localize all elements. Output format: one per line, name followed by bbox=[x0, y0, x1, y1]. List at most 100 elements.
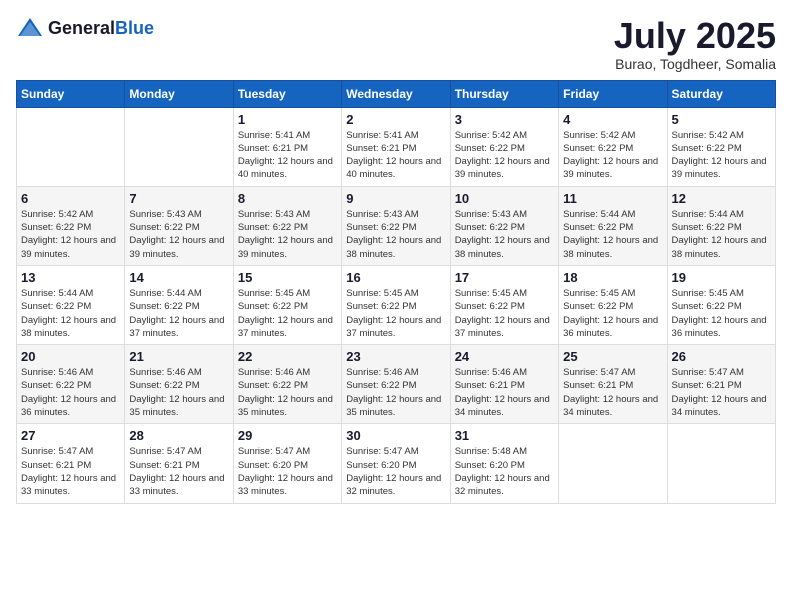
day-info: Sunrise: 5:43 AMSunset: 6:22 PMDaylight:… bbox=[129, 208, 228, 261]
day-info: Sunrise: 5:45 AMSunset: 6:22 PMDaylight:… bbox=[563, 287, 662, 340]
day-info: Sunrise: 5:48 AMSunset: 6:20 PMDaylight:… bbox=[455, 445, 554, 498]
day-number: 13 bbox=[21, 270, 120, 285]
day-number: 6 bbox=[21, 191, 120, 206]
weekday-header-sunday: Sunday bbox=[17, 80, 125, 107]
calendar-cell: 15 Sunrise: 5:45 AMSunset: 6:22 PMDayligh… bbox=[233, 265, 341, 344]
day-info: Sunrise: 5:41 AMSunset: 6:21 PMDaylight:… bbox=[238, 129, 337, 182]
calendar-week-2: 6 Sunrise: 5:42 AMSunset: 6:22 PMDaylight… bbox=[17, 186, 776, 265]
calendar-cell: 1 Sunrise: 5:41 AMSunset: 6:21 PMDaylight… bbox=[233, 107, 341, 186]
day-number: 25 bbox=[563, 349, 662, 364]
day-number: 12 bbox=[672, 191, 771, 206]
day-info: Sunrise: 5:42 AMSunset: 6:22 PMDaylight:… bbox=[563, 129, 662, 182]
day-number: 5 bbox=[672, 112, 771, 127]
day-number: 8 bbox=[238, 191, 337, 206]
day-number: 20 bbox=[21, 349, 120, 364]
calendar-cell: 13Sunrise: 5:44 AMSunset: 6:22 PMDayligh… bbox=[17, 265, 125, 344]
logo-blue: Blue bbox=[115, 18, 154, 38]
day-info: Sunrise: 5:46 AMSunset: 6:22 PMDaylight:… bbox=[129, 366, 228, 419]
day-number: 4 bbox=[563, 112, 662, 127]
calendar-cell: 16 Sunrise: 5:45 AMSunset: 6:22 PMDayligh… bbox=[342, 265, 450, 344]
day-number: 31 bbox=[455, 428, 554, 443]
calendar-body: 1 Sunrise: 5:41 AMSunset: 6:21 PMDaylight… bbox=[17, 107, 776, 503]
day-info: Sunrise: 5:45 AMSunset: 6:22 PMDaylight:… bbox=[238, 287, 337, 340]
weekday-header-row: SundayMondayTuesdayWednesdayThursdayFrid… bbox=[17, 80, 776, 107]
logo: GeneralBlue bbox=[16, 16, 154, 40]
logo-icon bbox=[16, 16, 44, 40]
month-title: July 2025 bbox=[614, 16, 776, 56]
calendar-cell bbox=[559, 424, 667, 503]
day-info: Sunrise: 5:46 AMSunset: 6:22 PMDaylight:… bbox=[238, 366, 337, 419]
weekday-header-friday: Friday bbox=[559, 80, 667, 107]
day-number: 26 bbox=[672, 349, 771, 364]
day-info: Sunrise: 5:41 AMSunset: 6:21 PMDaylight:… bbox=[346, 129, 445, 182]
calendar-cell: 6 Sunrise: 5:42 AMSunset: 6:22 PMDaylight… bbox=[17, 186, 125, 265]
day-number: 28 bbox=[129, 428, 228, 443]
day-number: 16 bbox=[346, 270, 445, 285]
day-number: 1 bbox=[238, 112, 337, 127]
calendar-cell: 3Sunrise: 5:42 AMSunset: 6:22 PMDaylight… bbox=[450, 107, 558, 186]
day-info: Sunrise: 5:44 AMSunset: 6:22 PMDaylight:… bbox=[563, 208, 662, 261]
calendar-cell: 20 Sunrise: 5:46 AMSunset: 6:22 PMDayligh… bbox=[17, 345, 125, 424]
calendar-cell bbox=[17, 107, 125, 186]
day-info: Sunrise: 5:45 AMSunset: 6:22 PMDaylight:… bbox=[346, 287, 445, 340]
day-number: 2 bbox=[346, 112, 445, 127]
day-info: Sunrise: 5:46 AMSunset: 6:22 PMDaylight:… bbox=[21, 366, 120, 419]
calendar-cell: 12Sunrise: 5:44 AMSunset: 6:22 PMDayligh… bbox=[667, 186, 775, 265]
calendar-cell: 10Sunrise: 5:43 AMSunset: 6:22 PMDayligh… bbox=[450, 186, 558, 265]
day-info: Sunrise: 5:42 AMSunset: 6:22 PMDaylight:… bbox=[672, 129, 771, 182]
calendar-cell: 31 Sunrise: 5:48 AMSunset: 6:20 PMDayligh… bbox=[450, 424, 558, 503]
calendar-cell: 7 Sunrise: 5:43 AMSunset: 6:22 PMDaylight… bbox=[125, 186, 233, 265]
logo-general: General bbox=[48, 18, 115, 38]
weekday-header-monday: Monday bbox=[125, 80, 233, 107]
day-number: 9 bbox=[346, 191, 445, 206]
weekday-header-tuesday: Tuesday bbox=[233, 80, 341, 107]
page-header: GeneralBlue July 2025 Burao, Togdheer, S… bbox=[16, 16, 776, 72]
day-number: 27 bbox=[21, 428, 120, 443]
day-info: Sunrise: 5:47 AMSunset: 6:21 PMDaylight:… bbox=[672, 366, 771, 419]
calendar-cell: 24 Sunrise: 5:46 AMSunset: 6:21 PMDayligh… bbox=[450, 345, 558, 424]
day-number: 17 bbox=[455, 270, 554, 285]
calendar-cell: 14 Sunrise: 5:44 AMSunset: 6:22 PMDayligh… bbox=[125, 265, 233, 344]
day-number: 30 bbox=[346, 428, 445, 443]
day-number: 21 bbox=[129, 349, 228, 364]
weekday-header-thursday: Thursday bbox=[450, 80, 558, 107]
calendar-cell: 11 Sunrise: 5:44 AMSunset: 6:22 PMDayligh… bbox=[559, 186, 667, 265]
calendar-cell: 5 Sunrise: 5:42 AMSunset: 6:22 PMDaylight… bbox=[667, 107, 775, 186]
day-number: 24 bbox=[455, 349, 554, 364]
day-number: 7 bbox=[129, 191, 228, 206]
day-info: Sunrise: 5:47 AMSunset: 6:21 PMDaylight:… bbox=[21, 445, 120, 498]
day-info: Sunrise: 5:47 AMSunset: 6:20 PMDaylight:… bbox=[238, 445, 337, 498]
day-info: Sunrise: 5:45 AMSunset: 6:22 PMDaylight:… bbox=[672, 287, 771, 340]
day-info: Sunrise: 5:43 AMSunset: 6:22 PMDaylight:… bbox=[238, 208, 337, 261]
calendar-cell: 19 Sunrise: 5:45 AMSunset: 6:22 PMDayligh… bbox=[667, 265, 775, 344]
calendar-cell: 9 Sunrise: 5:43 AMSunset: 6:22 PMDaylight… bbox=[342, 186, 450, 265]
calendar-week-3: 13 Sunrise: 5:44 AMSunset: 6:22 PMDayligh… bbox=[17, 265, 776, 344]
day-number: 15 bbox=[238, 270, 337, 285]
calendar-cell: 2 Sunrise: 5:41 AMSunset: 6:21 PMDaylight… bbox=[342, 107, 450, 186]
day-number: 11 bbox=[563, 191, 662, 206]
calendar-week-5: 27 Sunrise: 5:47 AMSunset: 6:21 PMDayligh… bbox=[17, 424, 776, 503]
calendar-table: SundayMondayTuesdayWednesdayThursdayFrid… bbox=[16, 80, 776, 504]
weekday-header-saturday: Saturday bbox=[667, 80, 775, 107]
calendar-cell: 21 Sunrise: 5:46 AMSunset: 6:22 PMDayligh… bbox=[125, 345, 233, 424]
calendar-week-1: 1 Sunrise: 5:41 AMSunset: 6:21 PMDaylight… bbox=[17, 107, 776, 186]
day-info: Sunrise: 5:43 AMSunset: 6:22 PMDaylight:… bbox=[455, 208, 554, 261]
calendar-cell: 8 Sunrise: 5:43 AMSunset: 6:22 PMDaylight… bbox=[233, 186, 341, 265]
day-number: 23 bbox=[346, 349, 445, 364]
calendar-cell: 27 Sunrise: 5:47 AMSunset: 6:21 PMDayligh… bbox=[17, 424, 125, 503]
weekday-header-wednesday: Wednesday bbox=[342, 80, 450, 107]
day-info: Sunrise: 5:46 AMSunset: 6:21 PMDaylight:… bbox=[455, 366, 554, 419]
calendar-cell: 28 Sunrise: 5:47 AMSunset: 6:21 PMDayligh… bbox=[125, 424, 233, 503]
day-number: 14 bbox=[129, 270, 228, 285]
calendar-cell: 26 Sunrise: 5:47 AMSunset: 6:21 PMDayligh… bbox=[667, 345, 775, 424]
day-info: Sunrise: 5:44 AMSunset: 6:22 PMDaylight:… bbox=[129, 287, 228, 340]
day-info: Sunrise: 5:42 AMSunset: 6:22 PMDaylight:… bbox=[21, 208, 120, 261]
day-info: Sunrise: 5:43 AMSunset: 6:22 PMDaylight:… bbox=[346, 208, 445, 261]
calendar-cell: 25Sunrise: 5:47 AMSunset: 6:21 PMDayligh… bbox=[559, 345, 667, 424]
day-number: 18 bbox=[563, 270, 662, 285]
calendar-cell: 18 Sunrise: 5:45 AMSunset: 6:22 PMDayligh… bbox=[559, 265, 667, 344]
day-number: 19 bbox=[672, 270, 771, 285]
day-info: Sunrise: 5:47 AMSunset: 6:21 PMDaylight:… bbox=[129, 445, 228, 498]
day-info: Sunrise: 5:45 AMSunset: 6:22 PMDaylight:… bbox=[455, 287, 554, 340]
day-number: 3 bbox=[455, 112, 554, 127]
